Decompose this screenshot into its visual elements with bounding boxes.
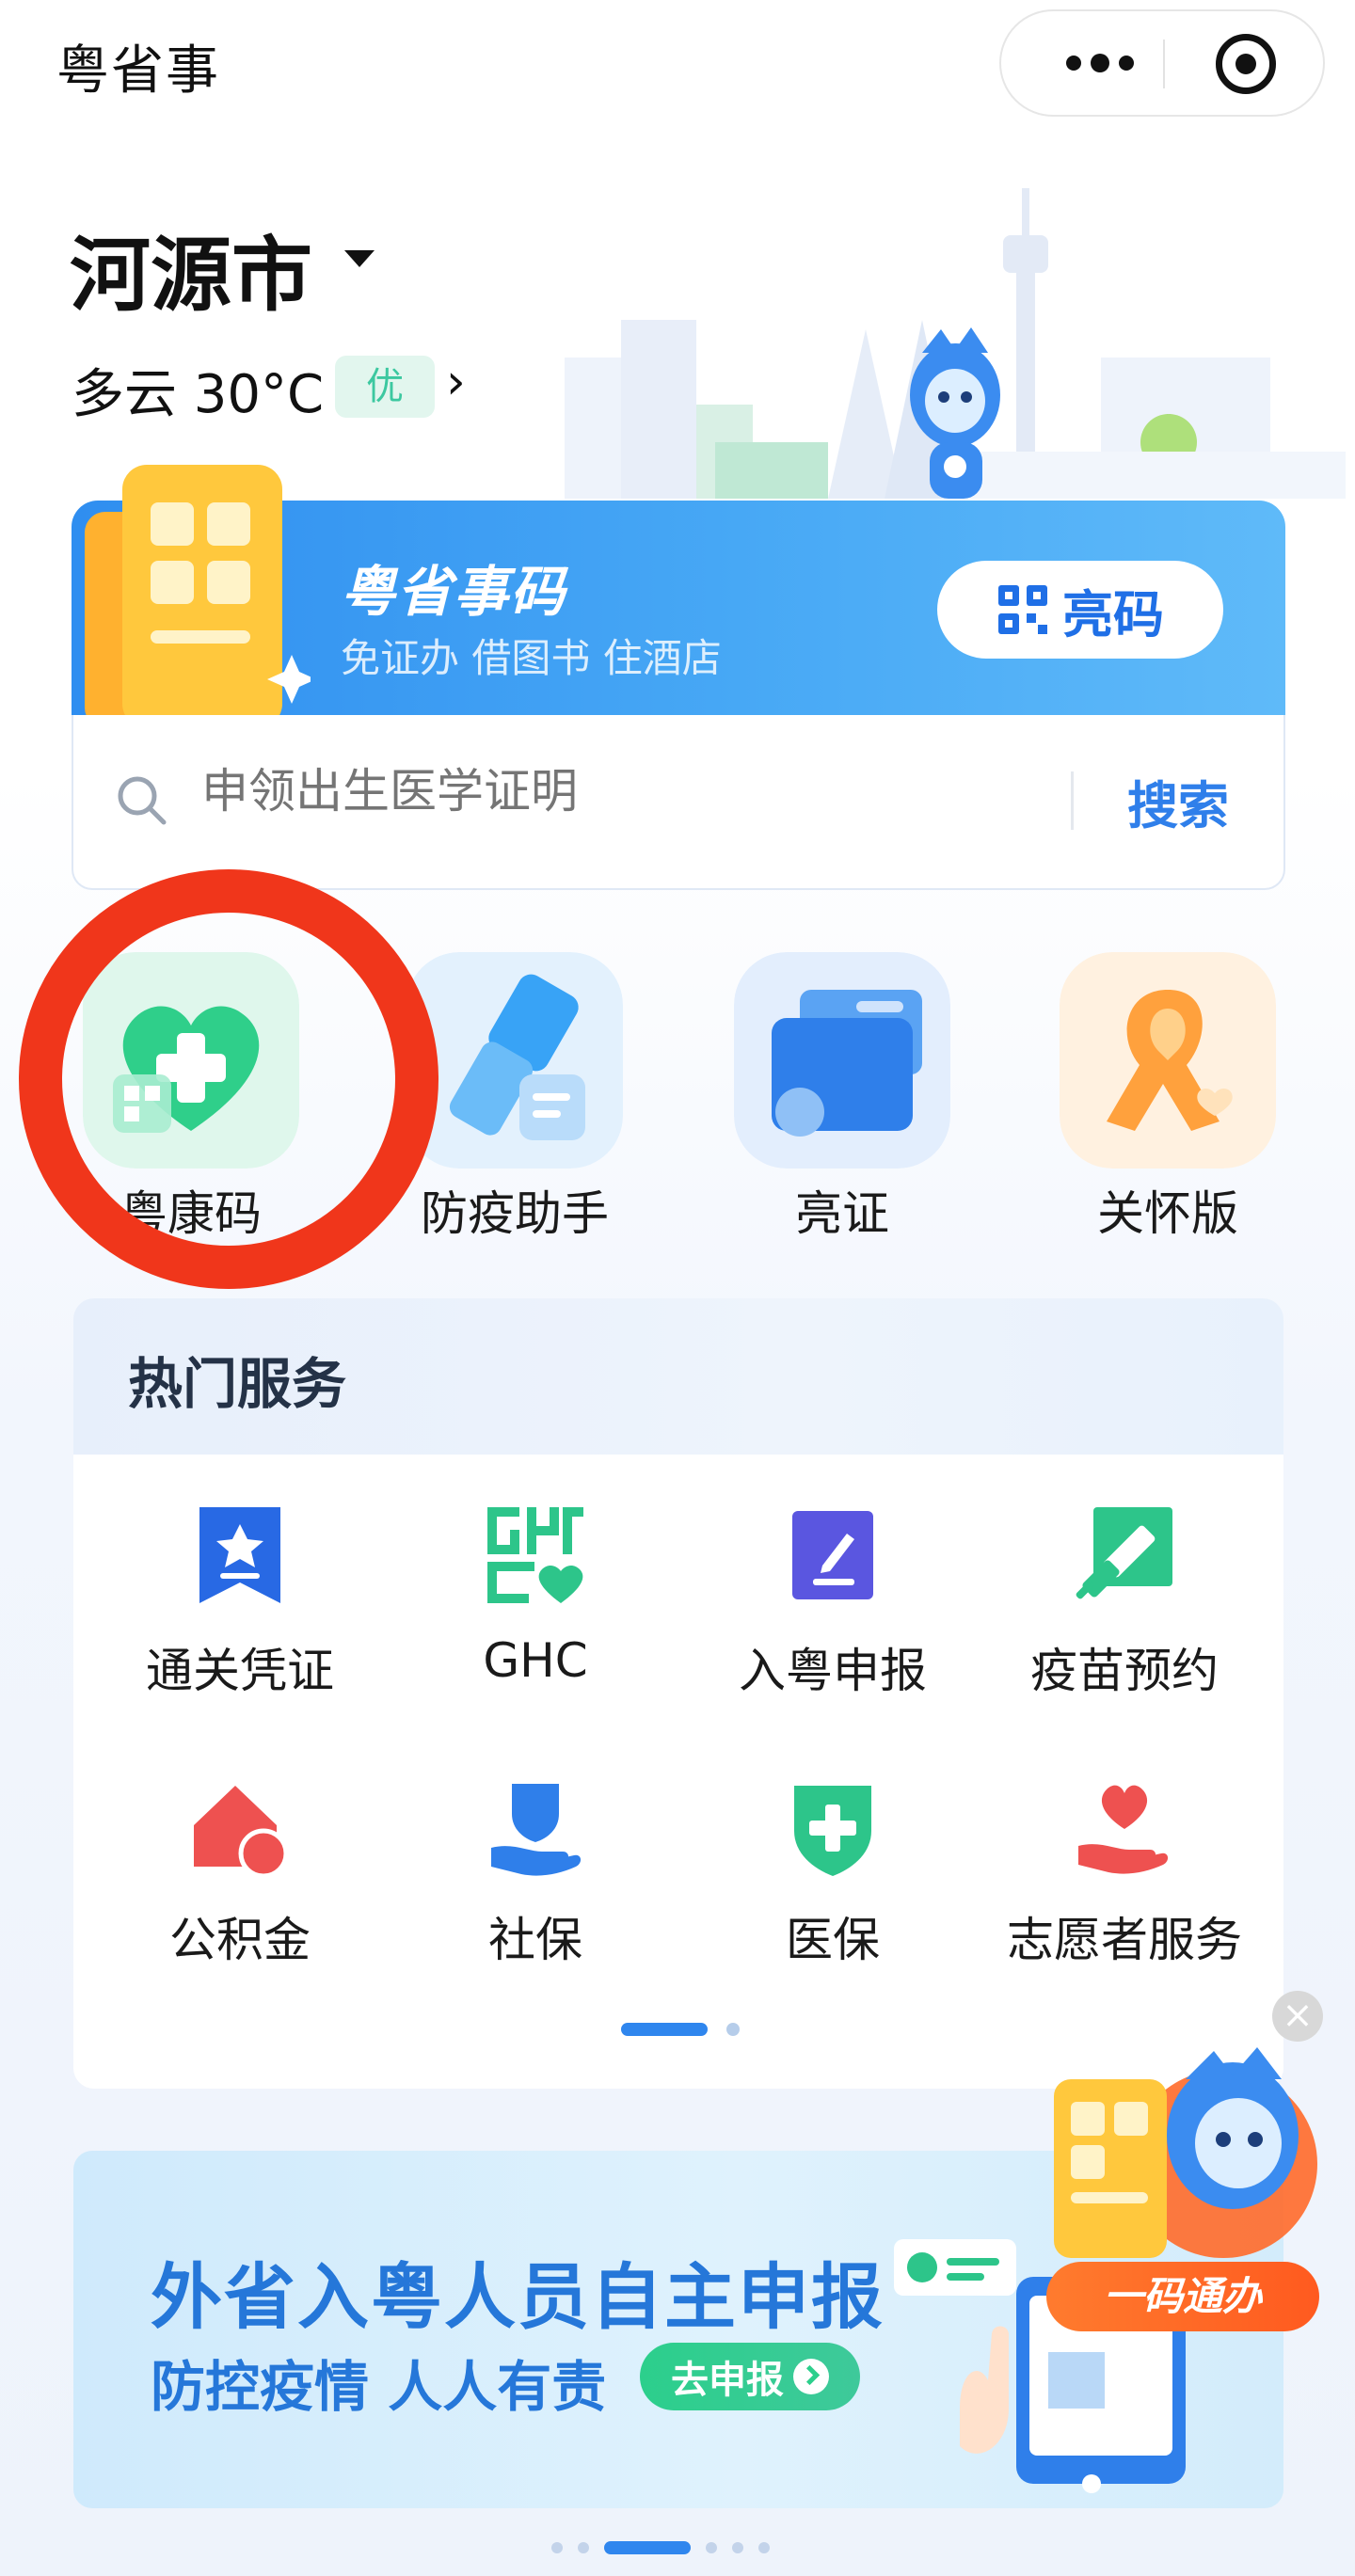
page-dot (732, 2542, 743, 2553)
show-code-button[interactable]: 亮码 (937, 561, 1223, 659)
service-label-vaccine[interactable]: 疫苗预约 (974, 1633, 1275, 1701)
city-skyline-illustration (565, 188, 1346, 499)
mini-program-capsule (999, 9, 1325, 117)
one-code-tag[interactable]: 一码通办 (1046, 2262, 1319, 2331)
qr-code-icon (998, 585, 1047, 634)
chevron-right-icon[interactable]: › (446, 354, 466, 410)
more-icon[interactable] (1048, 11, 1152, 115)
highlight-circle-annotation (19, 869, 438, 1289)
service-label-housing-fund[interactable]: 公积金 (89, 1902, 391, 1970)
go-declare-label: 去申报 (671, 2359, 784, 2402)
ticket-star-icon[interactable] (188, 1503, 292, 1607)
license-wallet-icon[interactable] (734, 952, 950, 1169)
quick-label-epidemic-assistant[interactable]: 防疫助手 (374, 1176, 656, 1244)
search-input[interactable] (201, 764, 1029, 819)
search-divider (1071, 771, 1074, 830)
hot-services-title: 热门服务 (128, 1352, 347, 1416)
heart-hand-icon[interactable] (1073, 1776, 1176, 1880)
pager-indicator-active (621, 2023, 708, 2036)
show-code-label: 亮码 (1062, 584, 1164, 644)
house-coin-icon[interactable] (188, 1776, 292, 1880)
service-label-customs-pass[interactable]: 通关凭证 (89, 1633, 391, 1701)
care-version-icon[interactable] (1060, 952, 1276, 1169)
weather-text[interactable]: 多云 30°C (72, 352, 324, 428)
service-label-medical-insurance[interactable]: 医保 (682, 1902, 983, 1970)
promo-subtitle: 防控疫情 人人有责 (151, 2355, 607, 2419)
edit-form-icon[interactable] (781, 1503, 885, 1607)
banner-subtitle: 免证办 借图书 住酒店 (341, 635, 722, 681)
close-target-icon[interactable] (1216, 34, 1276, 94)
page-dot-active (604, 2541, 691, 2554)
pager-indicator (726, 2023, 740, 2036)
epidemic-assistant-icon[interactable] (406, 952, 623, 1169)
arrow-right-circle-icon (793, 2359, 829, 2394)
service-label-ghc[interactable]: GHC (385, 1633, 686, 1688)
person-hand-icon[interactable] (484, 1776, 587, 1880)
go-declare-button[interactable]: 去申报 (640, 2343, 860, 2410)
ghc-heart-icon[interactable] (484, 1503, 587, 1607)
banner-page-indicator (551, 2540, 805, 2555)
app-title: 粤省事 (56, 40, 220, 102)
search-button[interactable]: 搜索 (1127, 764, 1229, 838)
promo-title: 外省入粤人员自主申报 (151, 2255, 885, 2339)
city-selector[interactable]: 河源市 (70, 209, 312, 326)
search-icon (118, 776, 167, 825)
banner-title: 粤省事码 (341, 560, 567, 624)
service-label-volunteer[interactable]: 志愿者服务 (974, 1902, 1275, 1970)
page-dot (706, 2542, 717, 2553)
page-dot (578, 2542, 589, 2553)
close-icon[interactable]: × (1272, 1991, 1323, 2042)
quick-label-license[interactable]: 亮证 (701, 1176, 983, 1244)
caret-down-icon[interactable] (344, 250, 375, 267)
qr-card-icon (85, 465, 311, 728)
service-label-social-security[interactable]: 社保 (385, 1902, 686, 1970)
capsule-divider (1163, 40, 1165, 88)
shield-plus-icon[interactable] (781, 1776, 885, 1880)
syringe-icon[interactable] (1073, 1503, 1176, 1607)
page-dot (758, 2542, 770, 2553)
page-dot (551, 2542, 563, 2553)
air-quality-badge: 优 (335, 356, 435, 418)
service-label-entry-declare[interactable]: 入粤申报 (682, 1633, 983, 1701)
quick-label-care-version[interactable]: 关怀版 (1027, 1176, 1309, 1244)
